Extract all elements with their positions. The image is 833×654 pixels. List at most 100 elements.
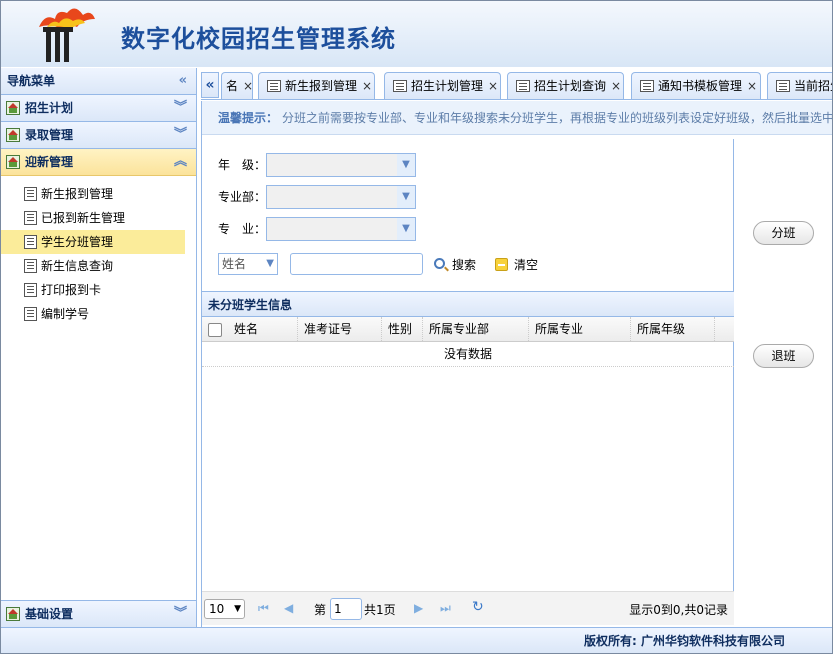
withdraw-class-button[interactable]: 退班 xyxy=(753,344,814,368)
record-summary: 显示0到0,共0记录 xyxy=(629,603,728,617)
search-button-label: 搜索 xyxy=(452,258,477,272)
sidebar-title: 导航菜单 xyxy=(7,74,56,88)
home-icon xyxy=(6,155,20,169)
clear-button[interactable]: 清空 xyxy=(495,255,538,275)
tip-banner: 温馨提示： 分班之前需要按专业部、专业和年级搜索未分班学生，再根据专业的班级列表设… xyxy=(202,101,832,135)
page-number-input[interactable]: 1 xyxy=(330,598,362,620)
tab-label: 通知书模板管理 xyxy=(658,79,743,93)
tab-plan-query[interactable]: 招生计划查询 × xyxy=(507,72,624,99)
sidebar-section-welcome[interactable]: 迎新管理 ︽ xyxy=(1,149,196,176)
major-label: 专 业： xyxy=(218,222,267,236)
close-icon[interactable]: × xyxy=(747,79,757,93)
sidebar: 导航菜单 « 招生计划 ︾ 录取管理 ︾ 迎新管理 ︽ 新生报到管理 已报到新生… xyxy=(1,68,197,627)
main-content: 温馨提示： 分班之前需要按专业部、专业和年级搜索未分班学生，再根据专业的班级列表设… xyxy=(201,101,832,627)
close-icon[interactable]: × xyxy=(488,79,498,93)
tab-label: 招生计划查询 xyxy=(534,79,607,93)
section-label: 迎新管理 xyxy=(25,155,74,169)
last-page-icon[interactable]: ⏭ xyxy=(440,601,451,616)
sidebar-item-label: 新生报到管理 xyxy=(41,187,114,201)
document-icon xyxy=(776,80,790,92)
home-icon xyxy=(6,128,20,142)
header: 数字化校园招生管理系统 xyxy=(1,1,832,67)
search-input[interactable] xyxy=(290,253,423,275)
major-select[interactable]: ▼ xyxy=(266,217,416,241)
next-page-icon[interactable]: ▶ xyxy=(414,601,423,615)
sidebar-item-label: 已报到新生管理 xyxy=(41,211,126,225)
sidebar-section-enrollment-plan[interactable]: 招生计划 ︾ xyxy=(1,95,196,122)
page-size-select[interactable]: 10 ▼ xyxy=(204,599,245,619)
section-label: 招生计划 xyxy=(25,101,74,115)
column-header[interactable]: 所属年级 xyxy=(631,317,715,341)
chevron-down-icon[interactable]: ︾ xyxy=(174,95,187,121)
tip-label: 温馨提示： xyxy=(218,111,279,125)
search-button[interactable]: 搜索 xyxy=(434,255,476,275)
document-icon xyxy=(393,80,407,92)
sidebar-item-label: 新生信息查询 xyxy=(41,259,114,273)
sidebar-item-class-assignment[interactable]: 学生分班管理 xyxy=(1,230,185,254)
grade-select[interactable]: ▼ xyxy=(266,153,416,177)
column-header[interactable]: 准考证号 xyxy=(298,317,382,341)
grid-header: 姓名 准考证号 性别 所属专业部 所属专业 所属年级 xyxy=(202,317,734,342)
tab-scroll-left-icon[interactable]: « xyxy=(201,72,219,98)
document-icon xyxy=(267,80,281,92)
chevron-down-icon: ▼ xyxy=(397,186,415,208)
close-icon[interactable]: × xyxy=(611,79,621,93)
first-page-icon[interactable]: ⏮ xyxy=(258,601,269,616)
action-panel: 分班 退班 xyxy=(735,139,832,625)
app-title: 数字化校园招生管理系统 xyxy=(121,25,396,53)
tab-plan-management[interactable]: 招生计划管理 × xyxy=(384,72,501,99)
sidebar-item-student-registration[interactable]: 新生报到管理 xyxy=(1,182,196,206)
document-icon xyxy=(24,187,37,201)
grade-label: 年 级： xyxy=(218,158,267,172)
sidebar-item-label: 打印报到卡 xyxy=(41,283,102,297)
pagination: 10 ▼ ⏮ ◀ 第 1 共1页 ▶ ⏭ ↻ 显示0到0,共0记录 xyxy=(202,591,734,625)
chevron-down-icon: ▼ xyxy=(397,154,415,176)
sidebar-section-basic-settings[interactable]: 基础设置 ︾ xyxy=(1,600,196,627)
dept-select[interactable]: ▼ xyxy=(266,185,416,209)
collapse-sidebar-icon[interactable]: « xyxy=(179,68,187,94)
chevron-down-icon[interactable]: ︾ xyxy=(174,601,187,627)
document-icon xyxy=(24,307,37,321)
section-label: 录取管理 xyxy=(25,128,74,142)
sidebar-item-student-query[interactable]: 新生信息查询 xyxy=(1,254,196,278)
sidebar-item-registered-students[interactable]: 已报到新生管理 xyxy=(1,206,196,230)
page-prefix: 第 xyxy=(314,603,327,617)
search-field-value: 姓名 xyxy=(222,257,247,271)
column-header[interactable]: 姓名 xyxy=(228,317,298,341)
tab-bar: « 名 × 新生报到管理 × 招生计划管理 × 招生计划查询 × 通知书模板管理 × 当前… xyxy=(201,68,832,100)
chevron-down-icon: ▼ xyxy=(266,258,274,269)
tab-student-registration[interactable]: 新生报到管理 × xyxy=(258,72,375,99)
search-icon xyxy=(434,258,445,269)
refresh-icon[interactable]: ↻ xyxy=(472,599,484,615)
chevron-down-icon[interactable]: ︾ xyxy=(174,122,187,148)
copyright-text: 版权所有: 广州华钧软件科技有限公司 xyxy=(584,634,785,648)
minus-icon xyxy=(495,258,508,271)
select-all-checkbox[interactable] xyxy=(208,323,222,337)
sidebar-item-student-number[interactable]: 编制学号 xyxy=(1,302,196,326)
unassigned-students-grid: 未分班学生信息 姓名 准考证号 性别 所属专业部 所属专业 所属年级 没有数据 … xyxy=(202,291,734,625)
column-header[interactable]: 所属专业 xyxy=(529,317,631,341)
sidebar-item-label: 编制学号 xyxy=(41,307,90,321)
dept-label: 专业部： xyxy=(218,190,267,204)
sidebar-submenu: 新生报到管理 已报到新生管理 学生分班管理 新生信息查询 打印报到卡 编制学号 xyxy=(1,176,196,326)
sidebar-section-admission[interactable]: 录取管理 ︾ xyxy=(1,122,196,149)
grid-title: 未分班学生信息 xyxy=(202,291,734,317)
close-icon[interactable]: × xyxy=(243,79,253,93)
assign-class-button[interactable]: 分班 xyxy=(753,221,814,245)
search-field-select[interactable]: 姓名 ▼ xyxy=(218,253,278,275)
tab-current-enrollment[interactable]: 当前招生 xyxy=(767,72,832,99)
chevron-up-icon[interactable]: ︽ xyxy=(174,149,187,175)
footer: 版权所有: 广州华钧软件科技有限公司 xyxy=(1,627,832,653)
column-header[interactable]: 性别 xyxy=(382,317,423,341)
document-icon xyxy=(24,283,37,297)
column-header[interactable]: 所属专业部 xyxy=(423,317,529,341)
prev-page-icon[interactable]: ◀ xyxy=(284,601,293,615)
document-icon xyxy=(640,80,654,92)
page-total: 共1页 xyxy=(364,603,396,617)
sidebar-item-print-card[interactable]: 打印报到卡 xyxy=(1,278,196,302)
document-icon xyxy=(24,259,37,273)
tab-truncated[interactable]: 名 × xyxy=(221,72,253,99)
tab-notice-template[interactable]: 通知书模板管理 × xyxy=(631,72,761,99)
sidebar-header: 导航菜单 « xyxy=(1,68,196,95)
close-icon[interactable]: × xyxy=(362,79,372,93)
